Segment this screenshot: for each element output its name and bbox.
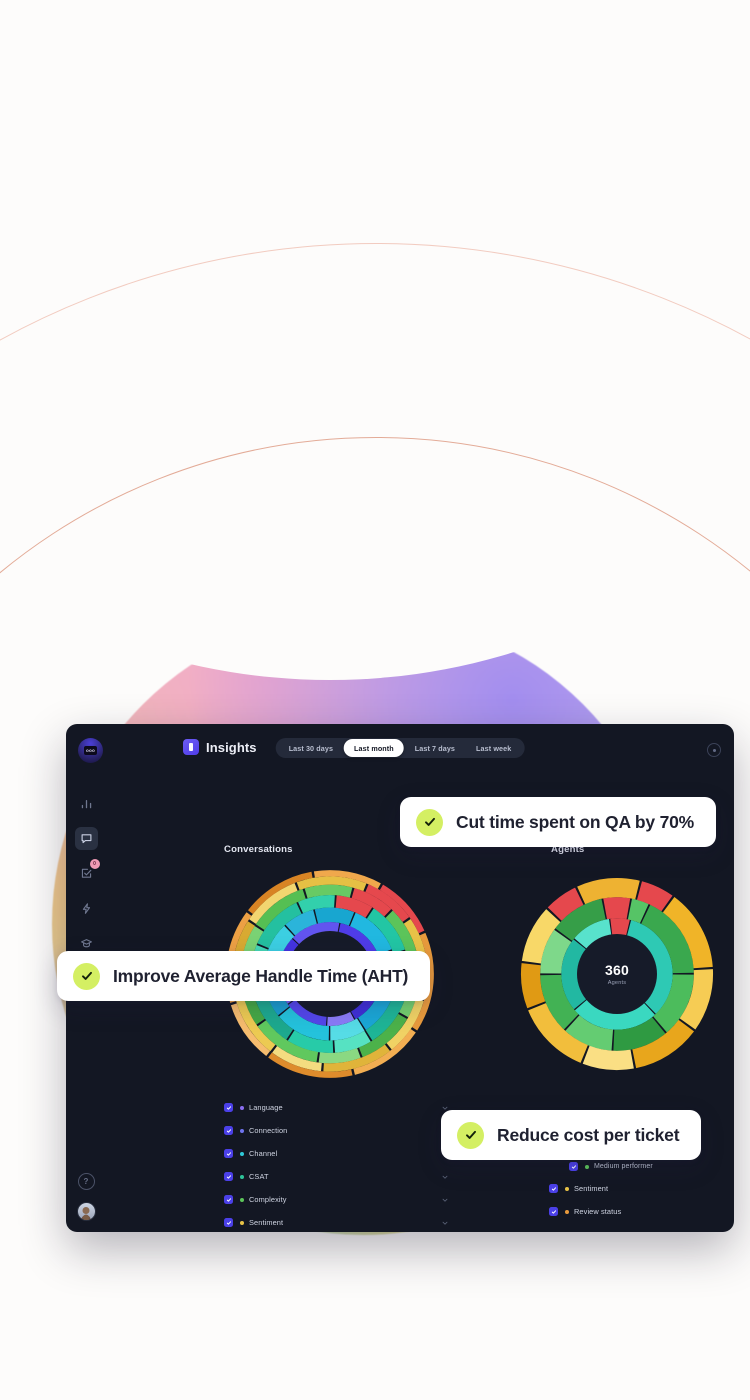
chevron-down-icon[interactable] (441, 1173, 449, 1181)
legend-row[interactable]: Connection (224, 1119, 449, 1142)
check-circle-icon (73, 962, 100, 990)
legend-row[interactable]: Sentiment (549, 1177, 734, 1200)
sidebar-bottom: ? (66, 1173, 106, 1221)
legend-color-swatch (240, 1151, 244, 1156)
agents-total: 360 (605, 961, 629, 978)
legend-row[interactable]: Complexity (224, 1188, 449, 1211)
sidebar-item-reviews[interactable]: 0 (75, 858, 101, 885)
legend-label: CSAT (249, 1172, 269, 1181)
legend-color-swatch (565, 1209, 569, 1214)
legend-color-swatch (240, 1128, 244, 1133)
legend-color-swatch (565, 1186, 569, 1191)
callout-reduce-cost: Reduce cost per ticket (441, 1110, 702, 1160)
agents-center-stat: 360 Agents (577, 934, 657, 1014)
legend-label: Medium performer (594, 1163, 653, 1170)
legend-color-swatch (585, 1164, 589, 1169)
legend-color-swatch (240, 1220, 244, 1225)
legend-row[interactable]: Language (224, 1096, 449, 1119)
legend-checkbox[interactable] (224, 1195, 233, 1204)
callout-cut-qa-time: Cut time spent on QA by 70% (400, 797, 717, 847)
agents-sunburst-chart[interactable]: 360 Agents (519, 876, 715, 1072)
user-avatar[interactable] (76, 1202, 96, 1221)
sidebar-rail: 0 ? (66, 778, 106, 1232)
legend-checkbox[interactable] (549, 1207, 558, 1216)
legend-row[interactable]: CSAT (224, 1165, 449, 1188)
legend-row[interactable]: Review status (549, 1200, 734, 1223)
legend-checkbox[interactable] (224, 1126, 233, 1135)
legend-checkbox[interactable] (224, 1149, 233, 1158)
panel-title-conversations: Conversations (224, 844, 293, 855)
app-header: ooo Insights Last 30 days Last month Last … (66, 724, 734, 778)
legend-color-swatch (240, 1105, 244, 1110)
app-identity: Insights (183, 739, 257, 755)
legend-label: Channel (249, 1149, 278, 1158)
date-range-tab-last-month[interactable]: Last month (344, 739, 404, 757)
legend-label: Complexity (249, 1195, 287, 1204)
legend-checkbox[interactable] (569, 1162, 578, 1171)
legend-label: Sentiment (574, 1184, 609, 1193)
callout-text: Cut time spent on QA by 70% (456, 811, 695, 832)
date-range-tab-last-30-days[interactable]: Last 30 days (279, 739, 343, 757)
legend-label: Language (249, 1103, 283, 1112)
chevron-down-icon[interactable] (441, 1196, 449, 1204)
legend-label: Sentiment (249, 1218, 284, 1227)
legend-label: Review status (574, 1207, 622, 1216)
legend-color-swatch (240, 1197, 244, 1202)
page-title: Insights (206, 739, 257, 755)
sidebar-item-automations[interactable] (75, 897, 98, 920)
sidebar-item-conversations[interactable] (74, 827, 98, 850)
callout-text: Reduce cost per ticket (497, 1124, 680, 1145)
legend-checkbox[interactable] (549, 1184, 558, 1193)
workspace-logo[interactable]: ooo (78, 738, 103, 763)
settings-circle-icon[interactable] (707, 743, 721, 757)
agents-total-label: Agents (607, 979, 627, 986)
check-circle-icon (416, 808, 443, 836)
legend-checkbox[interactable] (224, 1172, 233, 1181)
legend-label: Connection (249, 1126, 288, 1135)
callout-text: Improve Average Handle Time (AHT) (113, 965, 409, 986)
chevron-down-icon[interactable] (441, 1219, 449, 1227)
date-range-tabs[interactable]: Last 30 days Last month Last 7 days Last we… (275, 738, 525, 758)
legend-checkbox[interactable] (224, 1218, 233, 1227)
legend-row[interactable]: Channel (224, 1142, 449, 1165)
check-circle-icon (457, 1121, 484, 1149)
callout-improve-aht: Improve Average Handle Time (AHT) (57, 951, 431, 1001)
legend-color-swatch (240, 1174, 244, 1179)
sunburst-segment[interactable] (603, 897, 631, 920)
sidebar-item-analytics[interactable] (75, 792, 98, 815)
legend-checkbox[interactable] (224, 1103, 233, 1112)
conversations-legend: Language Connection Channel CSAT Complexity S… (224, 1096, 449, 1232)
date-range-tab-last-7-days[interactable]: Last 7 days (405, 739, 465, 757)
legend-row[interactable]: Sentiment (224, 1211, 449, 1232)
help-question-icon[interactable]: ? (77, 1173, 95, 1190)
reviews-badge: 0 (88, 858, 101, 870)
date-range-tab-last-week[interactable]: Last week (466, 739, 521, 757)
insights-square-icon (183, 739, 199, 755)
